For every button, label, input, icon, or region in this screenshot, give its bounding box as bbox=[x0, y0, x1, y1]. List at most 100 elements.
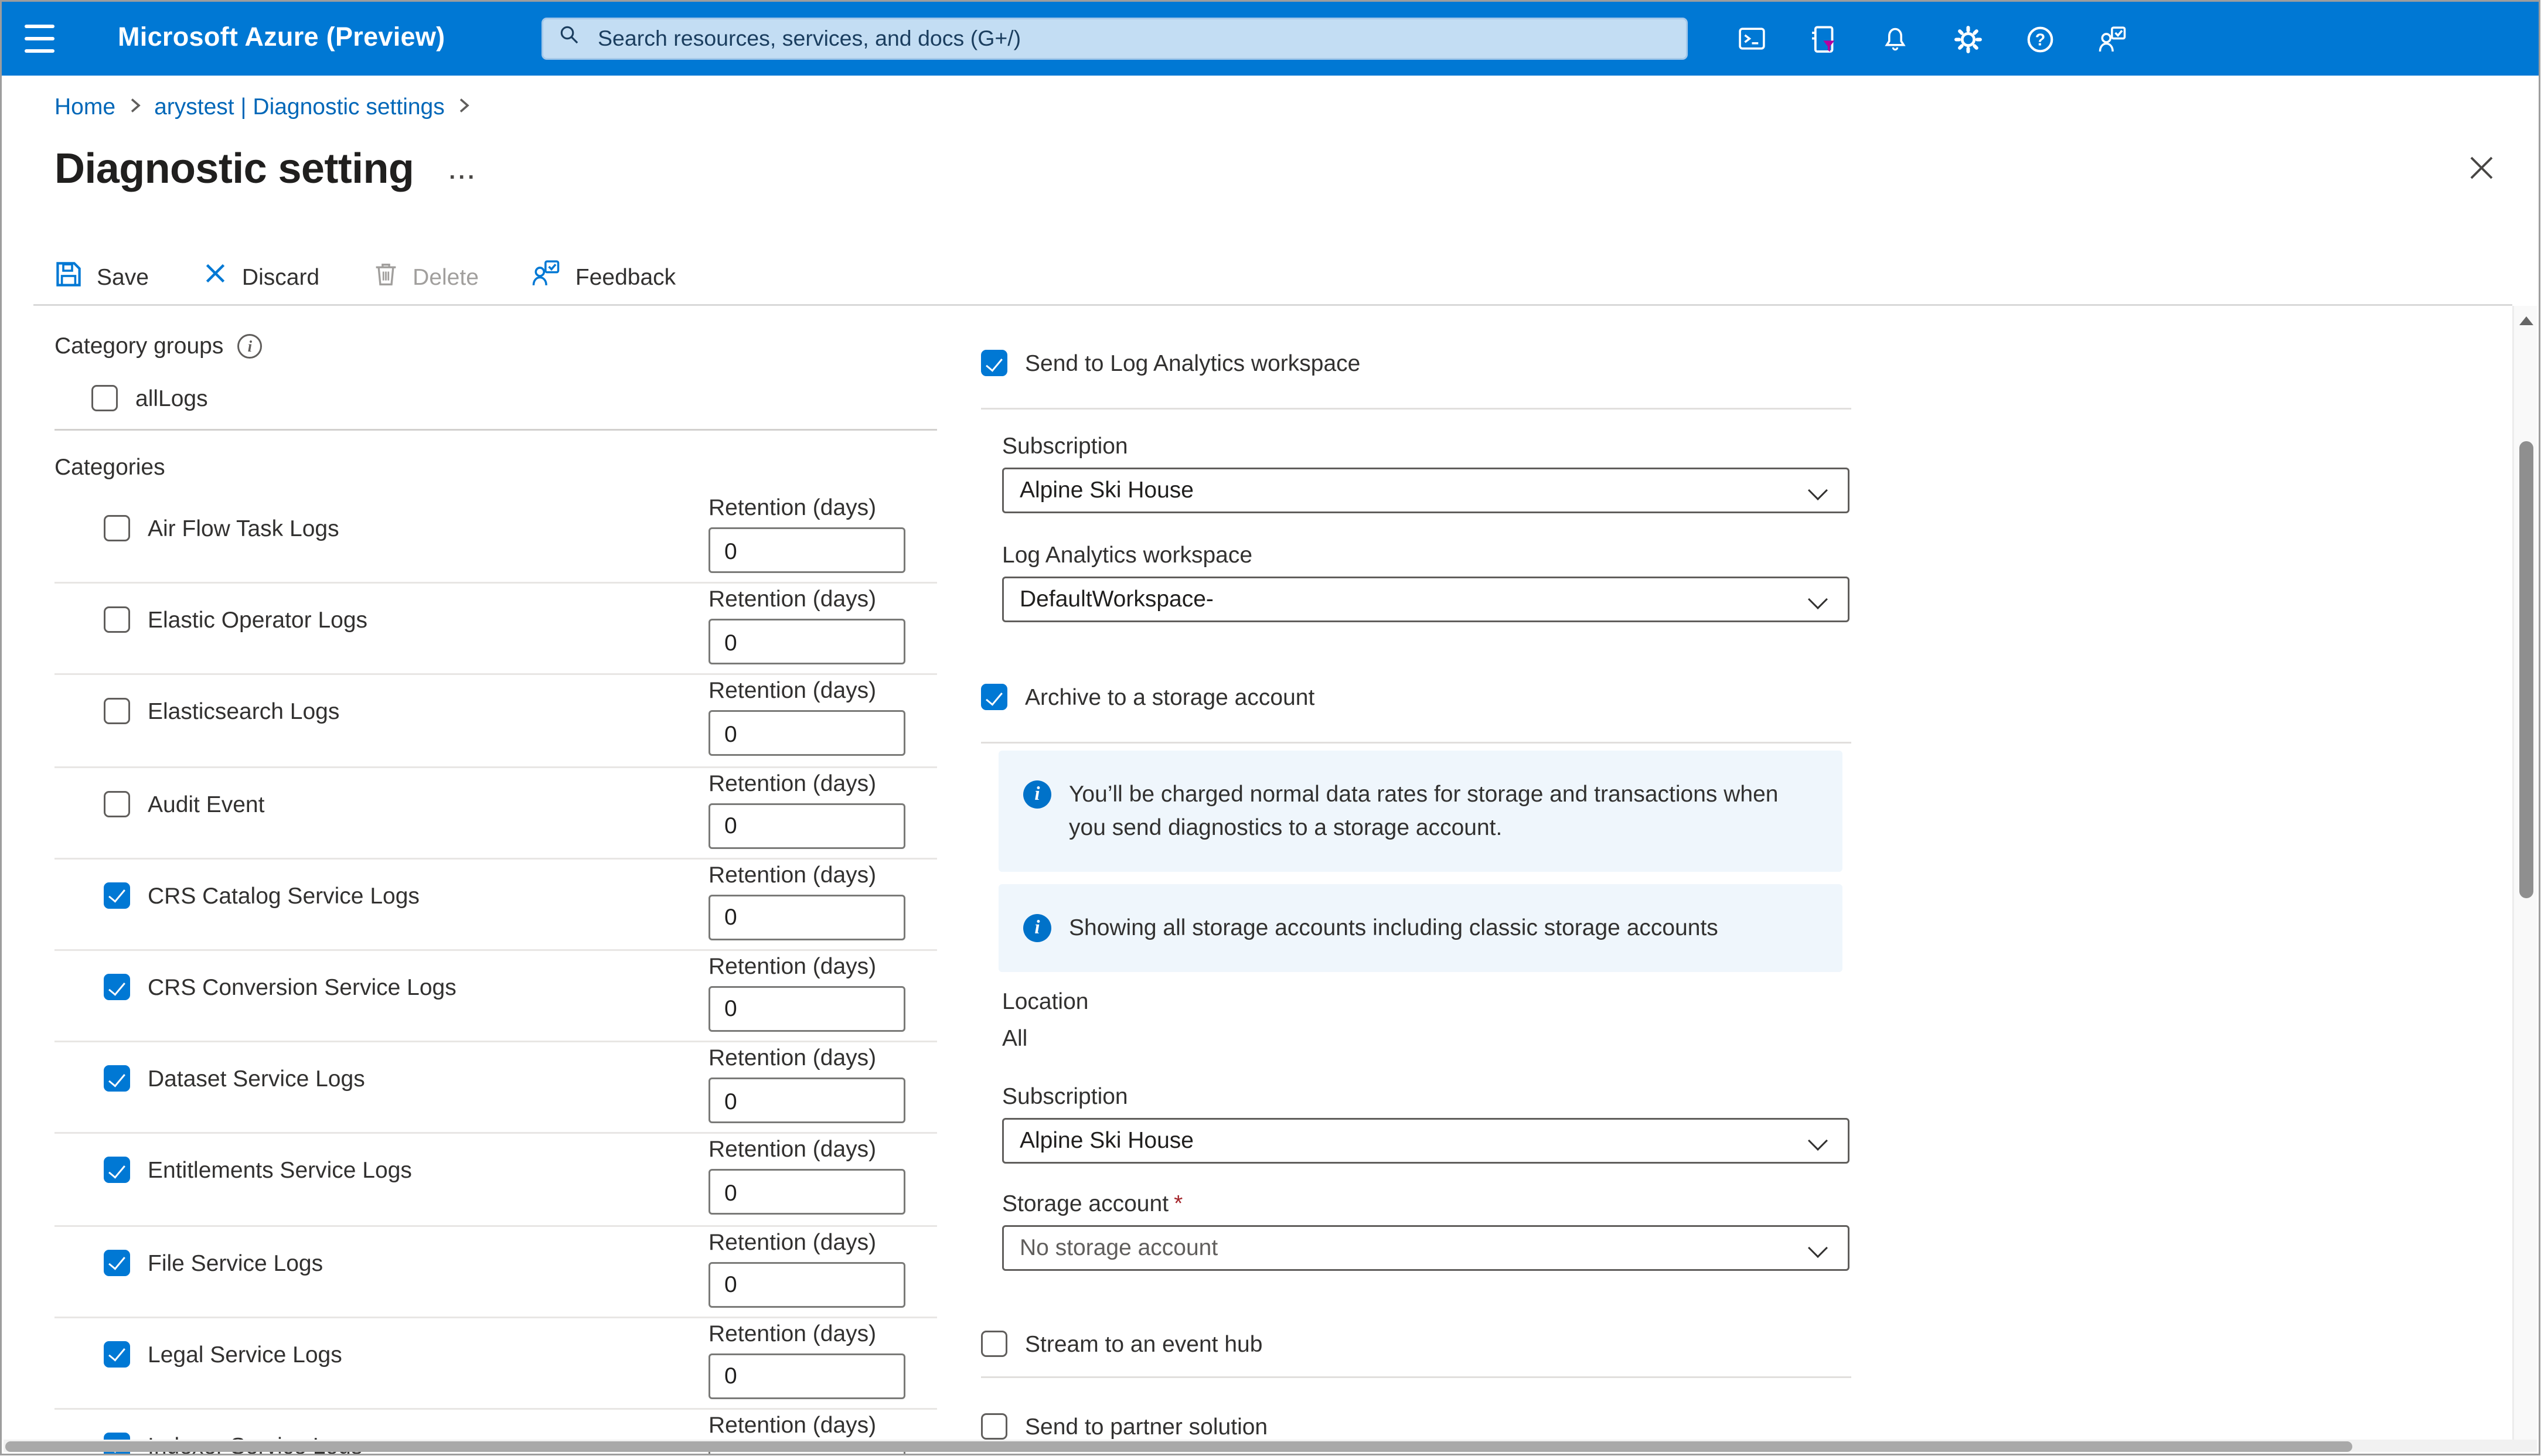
info-icon[interactable]: i bbox=[237, 334, 262, 359]
subscription2-dropdown[interactable]: Alpine Ski House bbox=[1002, 1118, 1849, 1164]
info-icon: i bbox=[1023, 780, 1051, 808]
feedback-button[interactable]: Feedback bbox=[532, 258, 676, 294]
info-message: Showing all storage accounts including c… bbox=[1069, 911, 1718, 944]
location-value: All bbox=[1002, 1025, 1851, 1051]
workspace-value: DefaultWorkspace- bbox=[1020, 585, 1214, 612]
category-row: Elastic Operator Logs Retention (days) bbox=[55, 584, 937, 676]
category-row: Entitlements Service Logs Retention (day… bbox=[55, 1134, 937, 1226]
breadcrumb-resource-link[interactable]: arystest | Diagnostic settings bbox=[154, 93, 445, 120]
partner-solution-row: Send to partner solution bbox=[981, 1413, 1851, 1440]
help-icon[interactable]: ? bbox=[2018, 18, 2060, 60]
category-label: CRS Conversion Service Logs bbox=[148, 974, 457, 1000]
category-groups-label: Category groups bbox=[55, 332, 223, 360]
section-divider bbox=[981, 742, 1851, 744]
category-checkbox[interactable] bbox=[104, 698, 130, 725]
category-checkbox[interactable] bbox=[104, 1157, 130, 1184]
subscription-value: Alpine Ski House bbox=[1020, 476, 1194, 503]
retention-label: Retention (days) bbox=[709, 586, 905, 614]
category-checkbox[interactable] bbox=[104, 882, 130, 908]
search-input[interactable] bbox=[594, 25, 1672, 53]
send-log-analytics-checkbox[interactable] bbox=[981, 350, 1007, 376]
category-label: Dataset Service Logs bbox=[148, 1065, 365, 1092]
category-checkbox[interactable] bbox=[104, 607, 130, 633]
category-checkbox[interactable] bbox=[104, 1065, 130, 1092]
retention-label: Retention (days) bbox=[709, 769, 905, 797]
retention-input[interactable] bbox=[709, 1261, 905, 1307]
category-label: Legal Service Logs bbox=[148, 1341, 342, 1367]
breadcrumb-home-link[interactable]: Home bbox=[55, 93, 115, 120]
alllogs-label: allLogs bbox=[135, 385, 208, 411]
breadcrumb-chevron-icon bbox=[128, 93, 142, 120]
breadcrumb: Home arystest | Diagnostic settings bbox=[55, 93, 471, 120]
category-checkbox[interactable] bbox=[104, 515, 130, 541]
feedback-icon[interactable] bbox=[2090, 18, 2133, 60]
category-label: Elastic Operator Logs bbox=[148, 607, 367, 633]
notifications-bell-icon[interactable] bbox=[1874, 18, 1916, 60]
subscription-dropdown[interactable]: Alpine Ski House bbox=[1002, 468, 1849, 513]
storage-account-label: Storage account* bbox=[1002, 1190, 1849, 1218]
more-options-button[interactable]: ··· bbox=[449, 163, 477, 189]
horizontal-scrollbar-thumb[interactable] bbox=[5, 1441, 2352, 1451]
vertical-scrollbar[interactable] bbox=[2513, 306, 2537, 1440]
retention-input[interactable] bbox=[709, 894, 905, 940]
category-row: File Service Logs Retention (days) bbox=[55, 1226, 937, 1318]
info-banner: i Showing all storage accounts including… bbox=[999, 884, 1842, 972]
retention-input[interactable] bbox=[709, 1353, 905, 1399]
retention-input[interactable] bbox=[709, 711, 905, 756]
category-checkbox[interactable] bbox=[104, 1249, 130, 1276]
cloud-shell-icon[interactable] bbox=[1730, 18, 1772, 60]
settings-gear-icon[interactable] bbox=[1946, 18, 1988, 60]
retention-input[interactable] bbox=[709, 803, 905, 848]
category-checkbox[interactable] bbox=[104, 1341, 130, 1367]
storage-account-dropdown[interactable]: No storage account bbox=[1002, 1225, 1849, 1271]
archive-storage-checkbox[interactable] bbox=[981, 684, 1007, 710]
retention-input[interactable] bbox=[709, 527, 905, 573]
subscription2-field: Subscription Alpine Ski House bbox=[1002, 1083, 1849, 1164]
retention-input[interactable] bbox=[709, 1077, 905, 1123]
location-label: Location bbox=[1002, 988, 1851, 1016]
retention-input[interactable] bbox=[709, 986, 905, 1032]
category-row: Dataset Service Logs Retention (days) bbox=[55, 1042, 937, 1134]
section-divider bbox=[55, 429, 937, 431]
discard-label: Discard bbox=[242, 263, 319, 289]
retention-label: Retention (days) bbox=[709, 861, 905, 889]
directory-filter-icon[interactable] bbox=[1802, 18, 1844, 60]
send-log-analytics-label: Send to Log Analytics workspace bbox=[1025, 350, 1360, 376]
workspace-field: Log Analytics workspace DefaultWorkspace… bbox=[1002, 541, 1849, 622]
retention-label: Retention (days) bbox=[709, 677, 905, 705]
vertical-scrollbar-thumb[interactable] bbox=[2519, 441, 2533, 898]
storage-account-field: Storage account* No storage account bbox=[1002, 1190, 1849, 1271]
global-search[interactable] bbox=[541, 18, 1688, 60]
retention-label: Retention (days) bbox=[709, 1136, 905, 1164]
categories-list: Air Flow Task Logs Retention (days) Elas… bbox=[55, 492, 937, 1456]
partner-solution-checkbox[interactable] bbox=[981, 1413, 1007, 1440]
retention-input[interactable] bbox=[709, 1169, 905, 1215]
discard-button[interactable]: Discard bbox=[202, 260, 319, 292]
page-title: Diagnostic setting bbox=[55, 146, 414, 195]
event-hub-checkbox[interactable] bbox=[981, 1331, 1007, 1357]
horizontal-scrollbar[interactable] bbox=[4, 1440, 2537, 1452]
category-label: Audit Event bbox=[148, 790, 265, 817]
save-button[interactable]: Save bbox=[55, 260, 149, 293]
workspace-label: Log Analytics workspace bbox=[1002, 541, 1849, 570]
alllogs-checkbox[interactable] bbox=[91, 385, 118, 411]
category-row: Legal Service Logs Retention (days) bbox=[55, 1318, 937, 1410]
hamburger-menu-icon[interactable] bbox=[25, 25, 55, 53]
feedback-label: Feedback bbox=[575, 263, 676, 289]
workspace-dropdown[interactable]: DefaultWorkspace- bbox=[1002, 577, 1849, 622]
feedback-person-icon bbox=[532, 258, 561, 294]
scroll-up-arrow-icon[interactable] bbox=[2519, 316, 2533, 325]
section-divider bbox=[981, 408, 1851, 410]
destinations-panel: Send to Log Analytics workspace Subscrip… bbox=[981, 304, 1851, 1440]
delete-button[interactable]: Delete bbox=[372, 260, 479, 293]
partner-solution-label: Send to partner solution bbox=[1025, 1413, 1268, 1440]
category-label: Air Flow Task Logs bbox=[148, 515, 339, 541]
close-icon[interactable] bbox=[2467, 153, 2496, 183]
retention-input[interactable] bbox=[709, 619, 905, 665]
category-checkbox[interactable] bbox=[104, 790, 130, 817]
search-icon bbox=[557, 22, 582, 56]
svg-text:?: ? bbox=[2034, 30, 2045, 49]
breadcrumb-chevron-icon bbox=[457, 93, 471, 120]
brand-title[interactable]: Microsoft Azure (Preview) bbox=[118, 2, 445, 76]
category-checkbox[interactable] bbox=[104, 974, 130, 1000]
